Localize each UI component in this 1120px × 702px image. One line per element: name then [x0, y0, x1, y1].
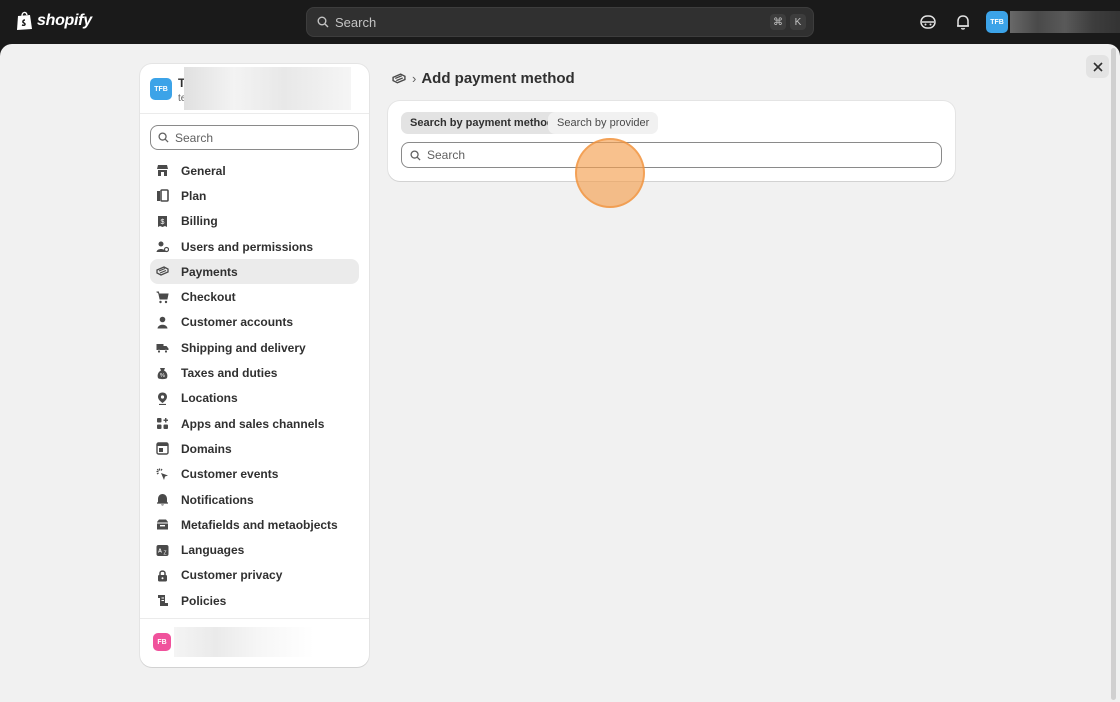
global-search-bar[interactable]: Search ⌘ K — [306, 7, 814, 37]
settings-sidebar: TFB T te General Plan $ Billing — [140, 64, 369, 667]
sidebar-item-label: Customer events — [181, 467, 279, 482]
sidebar-search[interactable] — [150, 125, 359, 150]
tab-search-by-provider[interactable]: Search by provider — [548, 112, 659, 134]
tax-icon: % — [156, 367, 169, 380]
settings-nav: General Plan $ Billing Users and permiss… — [150, 158, 359, 613]
apps-icon — [156, 417, 169, 430]
svg-text:$: $ — [161, 219, 165, 226]
sidebar-item-label: Languages — [181, 543, 245, 558]
close-icon — [1092, 61, 1103, 72]
sidebar-footer[interactable]: FB — [140, 618, 369, 667]
click-indicator — [575, 138, 645, 208]
kbd-k-key: K — [790, 14, 806, 30]
sidebar-item-label: Payments — [181, 264, 238, 279]
close-button[interactable] — [1086, 55, 1109, 78]
search-icon — [410, 149, 421, 161]
page-title: Add payment method — [421, 70, 575, 87]
sidebar-item-label: Locations — [181, 391, 238, 406]
payment-search-input[interactable] — [427, 148, 907, 162]
sidebar-item-apps[interactable]: Apps and sales channels — [150, 411, 359, 436]
lock-icon — [156, 569, 169, 582]
redacted-account-info — [174, 627, 314, 657]
sidebar-item-metafields[interactable]: Metafields and metaobjects — [150, 512, 359, 537]
sidebar-search-input[interactable] — [175, 130, 345, 145]
account-avatar: FB — [153, 633, 171, 651]
users-icon — [156, 240, 169, 253]
user-avatar[interactable]: TFB — [986, 11, 1008, 33]
sidebar-item-general[interactable]: General — [150, 158, 359, 183]
payments-icon[interactable] — [392, 72, 406, 86]
svg-text:%: % — [160, 373, 165, 379]
policies-icon — [156, 594, 169, 607]
sidebar-item-label: Customer accounts — [181, 315, 294, 330]
domains-icon — [156, 442, 169, 456]
sidebar-item-label: Checkout — [181, 290, 236, 305]
sidebar-item-label: Apps and sales channels — [181, 416, 325, 431]
sidebar-item-languages[interactable]: AZ Languages — [150, 537, 359, 562]
kbd-command-key: ⌘ — [770, 14, 786, 30]
sidebar-item-label: Policies — [181, 593, 227, 608]
svg-text:Z: Z — [163, 550, 166, 556]
language-icon: AZ — [156, 544, 169, 557]
sidebar-item-shipping[interactable]: Shipping and delivery — [150, 335, 359, 360]
billing-icon: $ — [156, 215, 169, 228]
sidebar-item-plan[interactable]: Plan — [150, 183, 359, 208]
shopify-logo[interactable]: shopify — [16, 11, 92, 31]
breadcrumb-separator: › — [412, 71, 417, 86]
sidebar-item-notifications[interactable]: Notifications — [150, 487, 359, 512]
sidebar-item-label: Customer privacy — [181, 568, 283, 583]
shopify-bag-icon — [17, 11, 32, 30]
plan-icon — [156, 189, 169, 203]
sidebar-item-domains[interactable]: Domains — [150, 436, 359, 461]
sidebar-item-label: Plan — [181, 188, 207, 203]
bell-icon[interactable] — [954, 13, 972, 31]
sidebar-item-users[interactable]: Users and permissions — [150, 234, 359, 259]
sidebar-item-customer-privacy[interactable]: Customer privacy — [150, 563, 359, 588]
sidebar-item-locations[interactable]: Locations — [150, 386, 359, 411]
truck-icon — [156, 341, 169, 354]
sidebar-item-label: General — [181, 163, 226, 178]
cursor-icon — [156, 468, 169, 481]
logo-wordmark: shopify — [37, 12, 92, 29]
sidebar-item-label: Metafields and metaobjects — [181, 517, 338, 532]
search-icon — [317, 16, 329, 28]
sidebar-item-customer-accounts[interactable]: Customer accounts — [150, 310, 359, 335]
sidebar-item-label: Domains — [181, 441, 232, 456]
sidebar-item-checkout[interactable]: Checkout — [150, 284, 359, 309]
store-avatar: TFB — [150, 78, 172, 100]
sidebar-item-payments[interactable]: Payments — [150, 259, 359, 285]
sidebar-item-label: Taxes and duties — [181, 366, 278, 381]
payment-method-search-card: Search by payment method Search by provi… — [388, 101, 955, 181]
global-search-label: Search — [335, 14, 377, 30]
location-icon — [156, 392, 169, 405]
sidebar-item-billing[interactable]: $ Billing — [150, 209, 359, 234]
sidebar-item-label: Shipping and delivery — [181, 340, 306, 355]
metafields-icon — [156, 518, 169, 531]
scrollbar[interactable] — [1111, 48, 1116, 700]
redacted-store-info — [184, 67, 351, 110]
sidekick-icon[interactable] — [919, 13, 937, 31]
sidebar-item-policies[interactable]: Policies — [150, 588, 359, 613]
settings-panel: TFB T te General Plan $ Billing — [0, 44, 1120, 702]
svg-text:A: A — [158, 548, 162, 554]
sidebar-item-label: Users and permissions — [181, 239, 314, 254]
redacted-store-name — [1010, 11, 1120, 33]
sidebar-item-taxes[interactable]: % Taxes and duties — [150, 360, 359, 385]
store-icon — [156, 164, 169, 177]
payment-search[interactable] — [401, 142, 942, 168]
cart-icon — [156, 291, 169, 304]
sidebar-item-customer-events[interactable]: Customer events — [150, 462, 359, 487]
sidebar-item-label: Billing — [181, 214, 218, 229]
sidebar-item-label: Notifications — [181, 492, 254, 507]
breadcrumb: › Add payment method — [392, 70, 575, 87]
payments-icon — [156, 265, 169, 278]
tab-search-by-payment-method[interactable]: Search by payment method — [401, 112, 563, 134]
top-bar: shopify Search ⌘ K TFB — [0, 0, 1120, 44]
search-icon — [158, 132, 169, 143]
bell-icon — [156, 493, 169, 506]
store-header[interactable]: TFB T te — [140, 64, 369, 114]
person-icon — [156, 316, 169, 329]
